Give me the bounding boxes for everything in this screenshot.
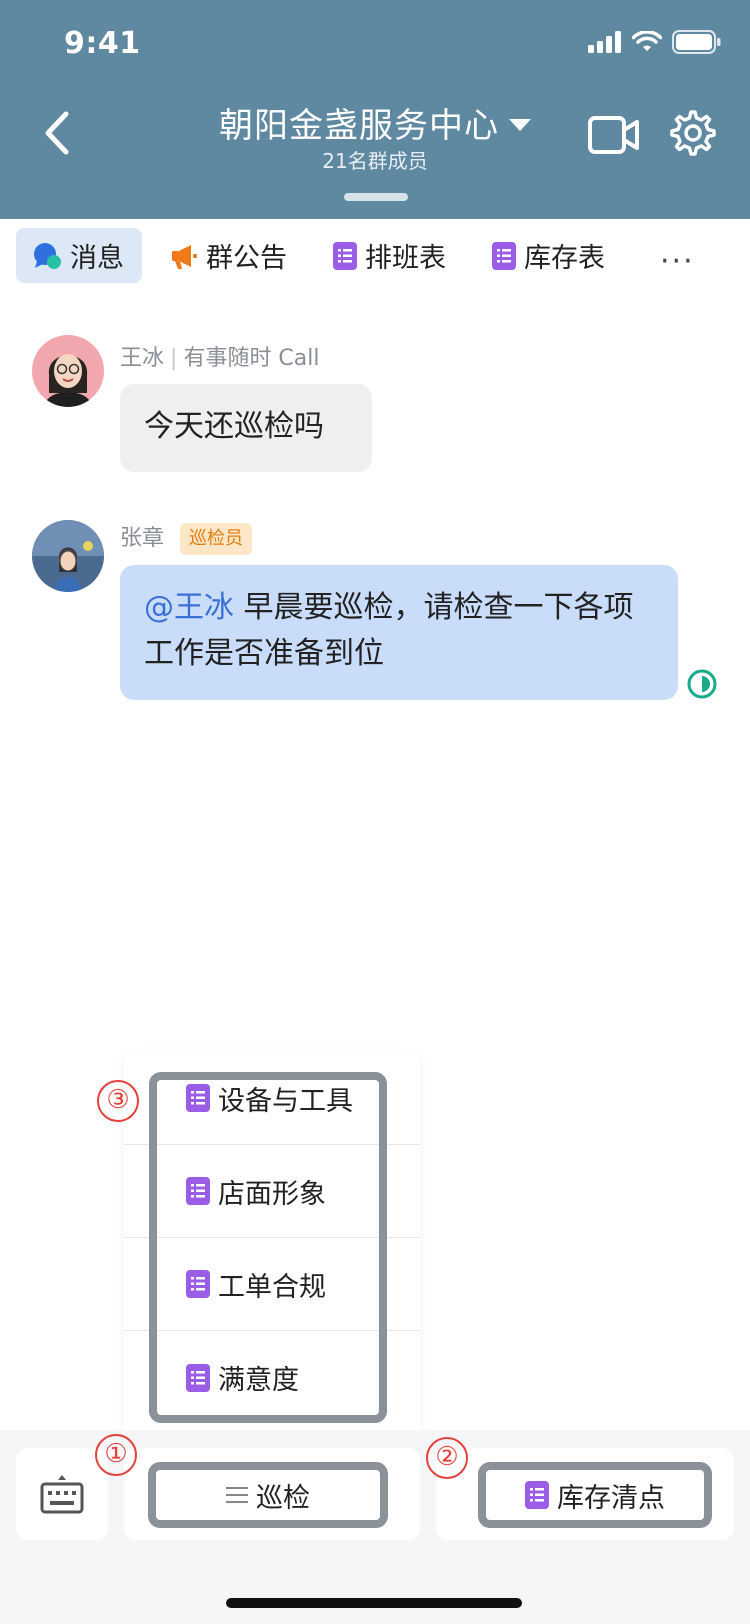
cellular-signal-icon <box>588 31 621 53</box>
message-bubble[interactable]: 今天还巡检吗 <box>120 384 372 472</box>
drag-handle[interactable] <box>344 193 408 201</box>
sender-name: 张章 <box>120 526 165 551</box>
chat-bubble-icon <box>32 242 62 270</box>
status-time: 9:41 <box>64 26 141 61</box>
tab-label: 排班表 <box>365 243 446 274</box>
sender-signature: 有事随时 Call <box>183 346 320 371</box>
tab-messages[interactable]: 消息 <box>16 228 142 283</box>
doc-icon <box>525 1481 549 1509</box>
video-camera-icon[interactable] <box>588 114 640 156</box>
message-bubble[interactable]: @王冰 早晨要巡检，请检查一下各项工作是否准备到位 <box>120 565 678 700</box>
doc-icon <box>333 241 357 270</box>
chat-header: 9:41 朝阳金盏服务中心 21名群成员 <box>0 0 750 219</box>
tab-label: 消息 <box>70 243 124 274</box>
keyboard-icon <box>40 1475 84 1514</box>
status-icons <box>588 30 722 54</box>
menu-button-label: 巡检 <box>256 1482 310 1514</box>
tab-inventory[interactable]: 库存表 <box>476 228 623 283</box>
keyboard-toggle-button[interactable] <box>16 1448 108 1540</box>
wifi-icon <box>632 31 662 51</box>
patrol-menu-button[interactable]: 巡检 <box>148 1462 388 1528</box>
hamburger-icon <box>226 1486 248 1504</box>
tab-label: 库存表 <box>524 243 605 274</box>
tab-label: 群公告 <box>206 243 287 274</box>
role-badge: 巡检员 <box>180 523 252 555</box>
group-tabs: 消息 群公告 排班表 库存表 <box>16 228 736 283</box>
more-tabs-button[interactable]: ··· <box>660 244 695 279</box>
battery-icon <box>672 30 721 54</box>
message-text: 今天还巡检吗 <box>144 409 324 444</box>
gear-icon[interactable] <box>670 110 716 156</box>
sender-info: 王冰 | 有事随时 Call <box>120 340 320 372</box>
caret-down-icon <box>509 119 531 131</box>
home-indicator[interactable] <box>226 1598 522 1608</box>
tab-schedule[interactable]: 排班表 <box>317 228 464 283</box>
read-status-icon[interactable] <box>686 668 718 700</box>
annotation-marker-1: ① <box>95 1434 137 1476</box>
mention-link[interactable]: @王冰 <box>144 590 234 625</box>
doc-icon <box>492 241 516 270</box>
separator: | <box>170 346 178 371</box>
menu-button-label: 库存清点 <box>557 1482 665 1514</box>
avatar[interactable] <box>32 335 104 407</box>
highlight-frame <box>149 1072 387 1423</box>
annotation-marker-3: ③ <box>97 1080 139 1122</box>
inventory-count-button[interactable]: 库存清点 <box>478 1462 712 1528</box>
sender-name: 王冰 <box>120 346 165 371</box>
megaphone-icon <box>170 242 198 270</box>
avatar[interactable] <box>32 520 104 592</box>
tab-announcement[interactable]: 群公告 <box>154 228 305 283</box>
annotation-marker-2: ② <box>426 1437 468 1479</box>
group-name: 朝阳金盏服务中心 <box>219 106 499 146</box>
